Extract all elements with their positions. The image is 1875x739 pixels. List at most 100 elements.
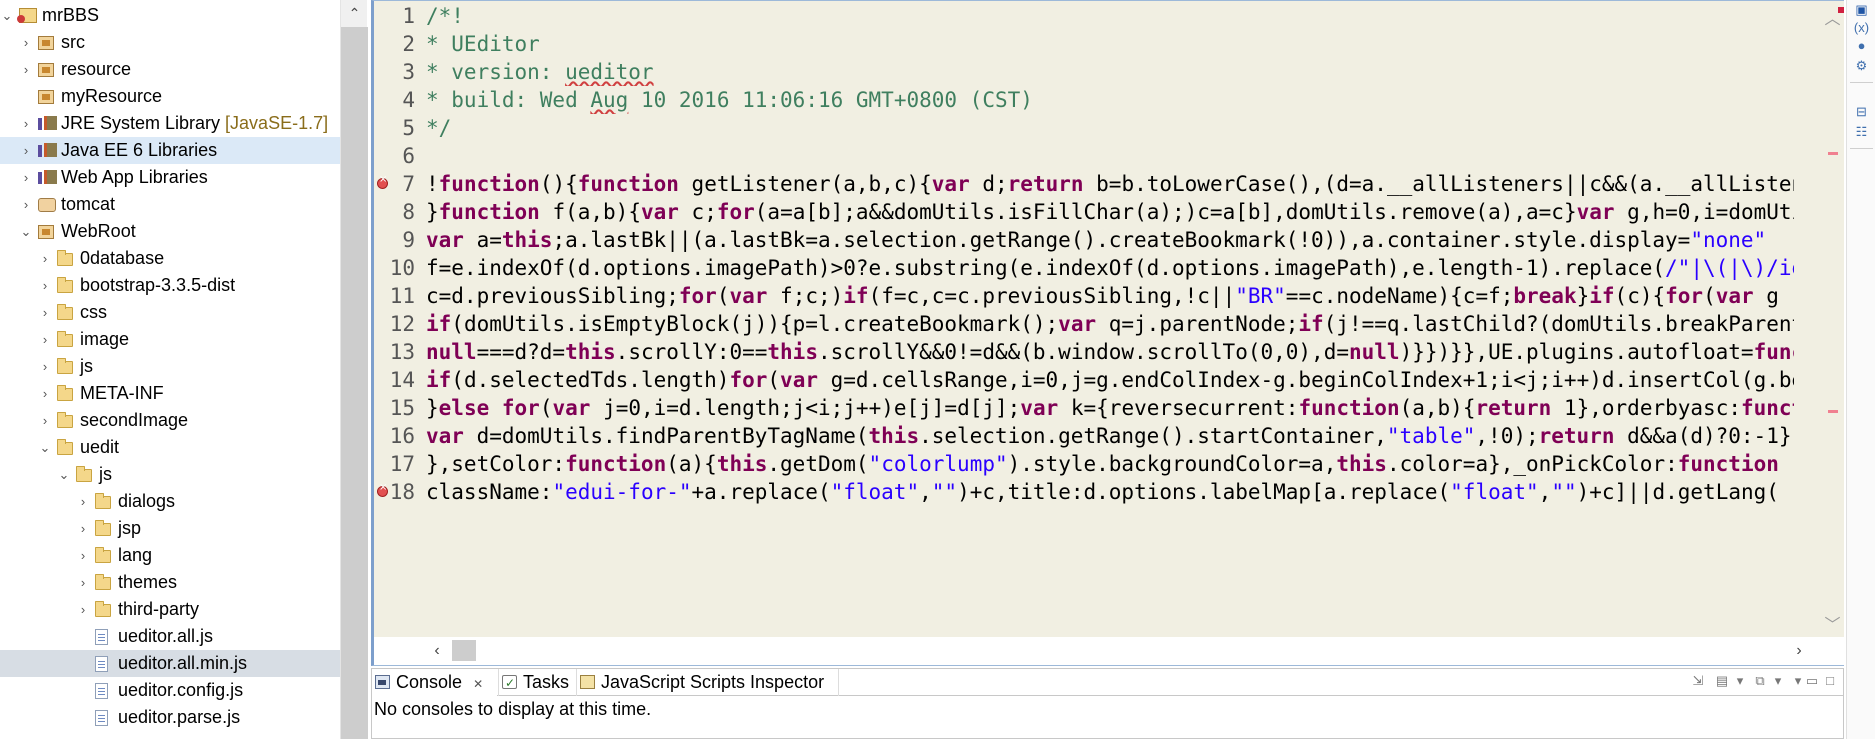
chevron-down-icon[interactable]: ▾: [1770, 673, 1786, 689]
tree-item[interactable]: › JRE System Library [JavaSE-1.7]: [0, 110, 340, 137]
code-token: "": [1551, 480, 1577, 504]
tree-item[interactable]: › META-INF: [0, 380, 340, 407]
chevron-right-icon[interactable]: ›: [19, 191, 33, 218]
chevron-right-icon[interactable]: ›: [38, 272, 52, 299]
chevron-right-icon[interactable]: ›: [19, 137, 33, 164]
scroll-left-icon[interactable]: ‹: [426, 637, 448, 665]
tree-item[interactable]: › 0database: [0, 245, 340, 272]
editor-text-area[interactable]: 1 /*! 2 * UEditor 3 * version: ueditor 4 * b…: [374, 1, 1844, 637]
code-token: return: [1007, 172, 1084, 196]
code-editor[interactable]: 1 /*! 2 * UEditor 3 * version: ueditor 4 * b…: [371, 0, 1844, 666]
chevron-right-icon[interactable]: ›: [76, 515, 90, 542]
web-folder-icon: [38, 225, 54, 239]
chevron-down-icon[interactable]: ▾: [1732, 673, 1748, 689]
tree-item[interactable]: ⌄ js: [0, 461, 340, 488]
error-overview-mark[interactable]: [1828, 410, 1838, 413]
line-number: 17: [389, 452, 415, 476]
chevron-down-icon[interactable]: ﹀: [1821, 611, 1844, 635]
tree-item[interactable]: ueditor.all.min.js: [0, 650, 340, 677]
line-number: 5: [402, 116, 415, 140]
tree-scrollbar-thumb[interactable]: [341, 27, 368, 739]
chevron-down-icon[interactable]: ⌄: [57, 461, 71, 488]
chevron-right-icon[interactable]: ›: [19, 110, 33, 137]
tree-item[interactable]: › tomcat: [0, 191, 340, 218]
chevron-down-icon[interactable]: ⌄: [0, 2, 14, 29]
code-token: function: [1740, 396, 1794, 420]
chevron-right-icon[interactable]: ›: [19, 56, 33, 83]
error-overview-mark[interactable]: [1828, 152, 1838, 155]
open-console-icon[interactable]: ⧉: [1752, 673, 1768, 689]
restore-icon[interactable]: ⊟: [1853, 104, 1870, 120]
chevron-right-icon[interactable]: ›: [38, 326, 52, 353]
tree-item[interactable]: ⌄ uedit: [0, 434, 340, 461]
code-token: var: [1576, 200, 1615, 224]
code-token: break: [1513, 284, 1577, 308]
chevron-right-icon[interactable]: ›: [38, 245, 52, 272]
chevron-right-icon[interactable]: ›: [76, 542, 90, 569]
scroll-right-icon[interactable]: ›: [1788, 637, 1810, 665]
chevron-right-icon[interactable]: ›: [19, 29, 33, 56]
tree-item[interactable]: › src: [0, 29, 340, 56]
folder-icon: [95, 547, 111, 563]
minimize-icon[interactable]: ▭: [1804, 673, 1820, 689]
overview-ruler[interactable]: ︿ ﹀: [1821, 1, 1844, 637]
tree-item[interactable]: ueditor.parse.js: [0, 704, 340, 731]
close-icon[interactable]: ✕: [473, 677, 483, 691]
chevron-right-icon[interactable]: ›: [19, 164, 33, 191]
chevron-right-icon[interactable]: ›: [38, 353, 52, 380]
view-menu-icon[interactable]: ▣: [1853, 2, 1870, 18]
editor-horizontal-scrollbar[interactable]: ‹ ›: [374, 637, 1844, 665]
tree-item[interactable]: › Java EE 6 Libraries: [0, 137, 340, 164]
pin-console-icon[interactable]: ⇲: [1690, 673, 1706, 689]
tree-item[interactable]: › css: [0, 299, 340, 326]
code-token: if: [426, 312, 452, 336]
breakpoints-icon[interactable]: ●: [1853, 38, 1870, 54]
tree-item[interactable]: › themes: [0, 569, 340, 596]
outline-icon[interactable]: ☷: [1853, 124, 1870, 140]
tree-item[interactable]: › bootstrap-3.3.5-dist: [0, 272, 340, 299]
chevron-down-icon[interactable]: ⌄: [19, 218, 33, 245]
folder-icon: [95, 520, 111, 536]
tree-item[interactable]: › third-party: [0, 596, 340, 623]
tree-item[interactable]: ⌄ mrBBS: [0, 2, 340, 29]
library-icon: [38, 116, 57, 131]
tree-item[interactable]: ⌄ WebRoot: [0, 218, 340, 245]
scroll-up-icon[interactable]: ⌃: [341, 0, 368, 27]
tree-item[interactable]: myResource: [0, 83, 340, 110]
tab-tasks[interactable]: Tasks: [498, 669, 575, 697]
chevron-right-icon[interactable]: ›: [76, 569, 90, 596]
code-token: ,: [1538, 480, 1552, 504]
tree-item[interactable]: ueditor.config.js: [0, 677, 340, 704]
tree-item[interactable]: ueditor.all.js: [0, 623, 340, 650]
chevron-right-icon[interactable]: ›: [38, 299, 52, 326]
variables-icon[interactable]: (x): [1853, 20, 1870, 36]
code-token: function: [565, 452, 667, 476]
error-summary-icon[interactable]: [1838, 7, 1844, 13]
chevron-down-icon[interactable]: ⌄: [38, 434, 52, 461]
tree-item[interactable]: › image: [0, 326, 340, 353]
tree-item[interactable]: › dialogs: [0, 488, 340, 515]
chevron-right-icon[interactable]: ›: [76, 488, 90, 515]
tree-vertical-scrollbar[interactable]: ⌃: [340, 0, 368, 739]
tree-item[interactable]: › lang: [0, 542, 340, 569]
maximize-icon[interactable]: □: [1822, 673, 1838, 689]
tree-item[interactable]: › jsp: [0, 515, 340, 542]
tree-item[interactable]: › resource: [0, 56, 340, 83]
chevron-right-icon[interactable]: ›: [38, 407, 52, 434]
line-number: 14: [389, 368, 415, 392]
tree-item[interactable]: › js: [0, 353, 340, 380]
tab-javascript-scripts-inspector[interactable]: JavaScript Scripts Inspector: [576, 669, 839, 696]
tree-item[interactable]: › secondImage: [0, 407, 340, 434]
chevron-right-icon[interactable]: ›: [38, 380, 52, 407]
code-text: var a=this;a.lastBk||(a.lastBk=a.selecti…: [426, 226, 1794, 254]
tab-console[interactable]: Console ✕: [372, 669, 497, 696]
code-token: "none": [1690, 228, 1767, 252]
expressions-icon[interactable]: ⚙: [1853, 58, 1870, 74]
code-token: for: [501, 396, 540, 420]
tree-item[interactable]: › Web App Libraries: [0, 164, 340, 191]
code-token: "float": [830, 480, 920, 504]
chevron-right-icon[interactable]: ›: [76, 596, 90, 623]
display-console-icon[interactable]: ▤: [1714, 673, 1730, 689]
horizontal-scrollbar-thumb[interactable]: [452, 640, 476, 661]
